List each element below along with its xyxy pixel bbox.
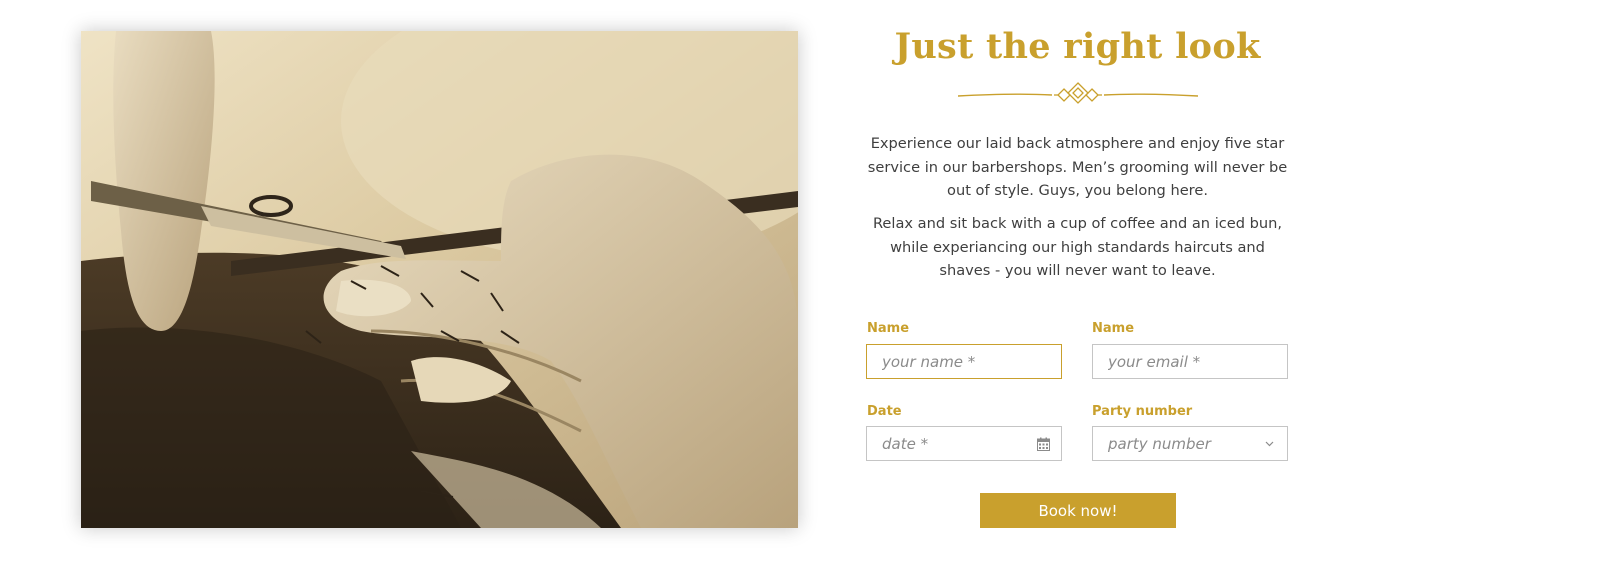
party-number-select[interactable]: party number — [1092, 426, 1288, 461]
booking-section: Just the right look Experience our laid … — [0, 0, 1599, 581]
name-label: Name — [867, 321, 910, 336]
email-label: Name — [1092, 321, 1135, 336]
date-field[interactable] — [866, 426, 1062, 461]
barber-haircut-photo — [81, 31, 798, 528]
chevron-down-icon[interactable] — [1263, 437, 1276, 451]
date-input[interactable] — [867, 427, 1061, 460]
ornament-divider-icon — [957, 82, 1199, 104]
party-number-value: party number — [1108, 435, 1211, 453]
date-label: Date — [867, 404, 902, 419]
book-now-button[interactable]: Book now! — [980, 493, 1176, 528]
name-field[interactable] — [866, 344, 1062, 379]
calendar-icon[interactable] — [1037, 437, 1050, 451]
section-title: Just the right look — [894, 26, 1261, 67]
intro-paragraph-1: Experience our laid back atmosphere and … — [867, 135, 1288, 199]
email-input[interactable] — [1093, 345, 1287, 378]
intro-paragraph-2: Relax and sit back with a cup of coffee … — [872, 215, 1283, 279]
email-field[interactable] — [1092, 344, 1288, 379]
party-number-label: Party number — [1092, 404, 1193, 419]
name-input[interactable] — [867, 345, 1061, 378]
